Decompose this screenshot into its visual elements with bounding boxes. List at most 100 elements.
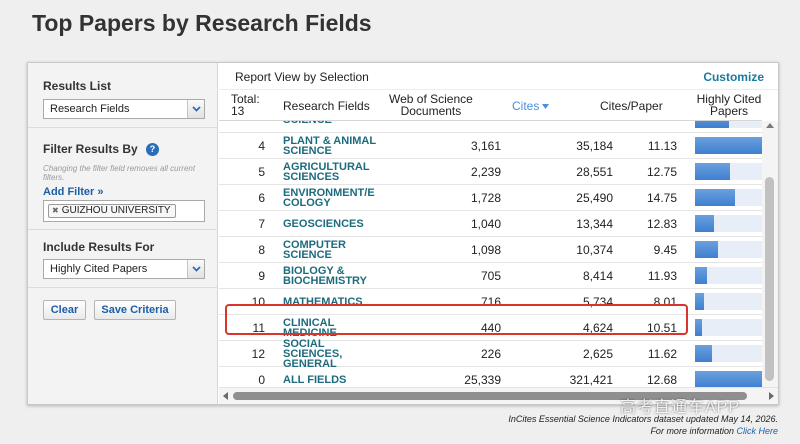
watermark: 高考直通车APP [620, 399, 741, 416]
row-cites: 35,184 [576, 139, 613, 153]
table-row: SCIENCE [219, 121, 762, 133]
research-field-line2: BIOCHEMISTRY [283, 275, 367, 287]
row-cites: 4,624 [582, 321, 613, 335]
col-highly-cited[interactable]: Highly Cited Papers [695, 93, 763, 117]
row-cites-per-paper: 12.75 [646, 165, 677, 179]
table-body: SCIENCE 4 PLANT & ANIMALSCIENCE 3,161 35,184… [219, 121, 762, 387]
include-title: Include Results For [43, 240, 155, 254]
row-rank: 7 [258, 217, 265, 231]
highly-cited-bar-fill [695, 189, 735, 206]
col-documents[interactable]: Web of Science Documents [389, 93, 473, 117]
research-field-link[interactable]: COMPUTER SCIENCE [283, 237, 383, 263]
table-row: 12 SOCIAL SCIENCES, GENERAL 226 2,625 11.62 [219, 339, 762, 370]
highly-cited-bar-fill [695, 293, 704, 310]
results-list-select[interactable]: Research Fields [43, 99, 205, 119]
row-cites-per-paper: 8.01 [653, 295, 677, 309]
row-rank: 8 [258, 243, 265, 257]
row-cites: 28,551 [576, 165, 613, 179]
table-row: 9 BIOLOGY & BIOCHEMISTRY 705 8,414 11.93 [219, 263, 762, 289]
highly-cited-bar-fill [695, 163, 730, 180]
row-documents: 1,728 [470, 191, 501, 205]
help-icon[interactable]: ? [146, 143, 159, 156]
row-cites-per-paper: 9.45 [653, 243, 677, 257]
research-field-link[interactable]: SOCIAL SCIENCES, GENERAL [283, 339, 383, 370]
row-rank: 9 [258, 269, 265, 283]
row-rank: 0 [258, 373, 265, 387]
highly-cited-bar [695, 293, 762, 310]
click-here-link[interactable]: Click Here [736, 426, 778, 436]
research-field-link[interactable]: SCIENCE [283, 121, 383, 133]
row-rank: 5 [258, 165, 265, 179]
highly-cited-bar [695, 189, 762, 206]
vertical-scroll-thumb[interactable] [765, 177, 774, 381]
save-criteria-button[interactable]: Save Criteria [94, 300, 176, 320]
col-research-fields[interactable]: Research Fields [283, 100, 370, 112]
highly-cited-bar [695, 163, 762, 180]
research-field-link[interactable]: GEOSCIENCES [283, 211, 383, 237]
clear-button[interactable]: Clear [43, 300, 86, 320]
highly-cited-bar-fill [695, 371, 762, 387]
table-row: 8 COMPUTER SCIENCE 1,098 10,374 9.45 [219, 237, 762, 263]
research-field-line2: SCIENCE [283, 249, 332, 261]
col-documents-line2: Documents [400, 104, 462, 118]
scroll-up-icon[interactable] [766, 123, 774, 128]
total-count: 13 [231, 104, 245, 118]
scroll-right-icon[interactable] [769, 392, 774, 400]
row-cites: 13,344 [576, 217, 613, 231]
research-field-line1: SCIENCE [283, 121, 332, 126]
row-documents: 226 [480, 347, 501, 361]
row-cites: 321,421 [569, 373, 613, 387]
remove-filter-icon[interactable]: ✖ [52, 206, 59, 215]
vertical-scrollbar[interactable] [762, 121, 778, 387]
row-cites-per-paper: 11.13 [647, 139, 677, 153]
filter-section: Filter Results By ? Changing the filter … [28, 128, 218, 230]
research-field-line2: SCIENCES, GENERAL [283, 348, 343, 370]
row-cites: 2,625 [582, 347, 613, 361]
research-field-link[interactable]: ALL FIELDS [283, 367, 383, 387]
col-total: Total: 13 [231, 93, 260, 117]
row-documents: 1,040 [470, 217, 501, 231]
row-cites-per-paper: 10.51 [646, 321, 677, 335]
active-filters-box: ✖ GUIZHOU UNIVERSITY [43, 200, 205, 222]
scroll-left-icon[interactable] [223, 392, 228, 400]
row-cites: 5,734 [582, 295, 613, 309]
more-info-note: For more information Click Here [650, 426, 778, 436]
chevron-down-icon[interactable] [187, 100, 204, 118]
highly-cited-bar-fill [695, 345, 712, 362]
filter-chip: ✖ GUIZHOU UNIVERSITY [48, 204, 176, 218]
research-field-link[interactable]: PLANT & ANIMAL SCIENCE [283, 133, 383, 159]
include-results-select[interactable]: Highly Cited Papers [43, 259, 205, 279]
add-filter-link[interactable]: Add Filter » [43, 186, 104, 198]
row-rank: 6 [258, 191, 265, 205]
chevron-down-icon[interactable] [187, 260, 204, 278]
row-documents: 25,339 [464, 373, 501, 387]
row-cites-per-paper: 14.75 [646, 191, 677, 205]
research-field-link[interactable]: MATHEMATICS [283, 289, 383, 315]
highly-cited-bar-fill [695, 137, 762, 154]
highly-cited-bar [695, 241, 762, 258]
research-field-link[interactable]: ENVIRONMENT/E COLOGY [283, 185, 383, 211]
research-field-link[interactable]: AGRICULTURAL SCIENCES [283, 159, 383, 185]
row-cites: 25,490 [576, 191, 613, 205]
highly-cited-bar [695, 371, 762, 387]
row-rank: 4 [258, 139, 265, 153]
filter-chip-label: GUIZHOU UNIVERSITY [61, 205, 171, 216]
report-panel: Results List Research Fields Filter Resu… [27, 62, 779, 405]
row-rank: 11 [252, 321, 265, 335]
highly-cited-bar-fill [695, 215, 714, 232]
highly-cited-bar-fill [695, 241, 718, 258]
row-documents: 1,098 [470, 243, 501, 257]
row-documents: 705 [480, 269, 501, 283]
research-field-line2: SCIENCE [283, 145, 332, 157]
research-field-link[interactable]: BIOLOGY & BIOCHEMISTRY [283, 263, 383, 289]
table-row: 0 ALL FIELDS 25,339 321,421 12.68 [219, 367, 762, 387]
sort-desc-icon [542, 104, 550, 110]
col-cites[interactable]: Cites [512, 100, 550, 112]
highly-cited-bar-fill [695, 121, 729, 128]
col-cites-per-paper[interactable]: Cites/Paper [600, 100, 663, 112]
highly-cited-bar [695, 137, 762, 154]
highly-cited-bar [695, 319, 762, 336]
research-field-line1: GEOSCIENCES [283, 218, 364, 230]
page-title: Top Papers by Research Fields [32, 10, 372, 36]
customize-link[interactable]: Customize [703, 70, 764, 84]
